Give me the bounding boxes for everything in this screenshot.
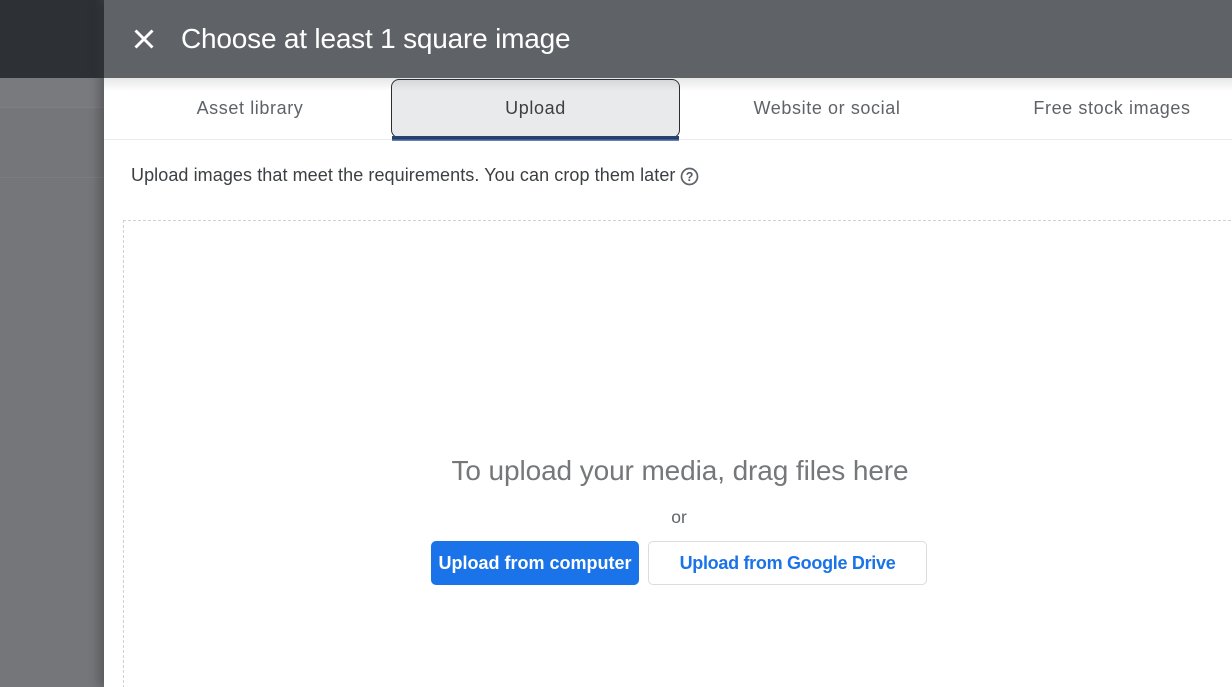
svg-text:?: ? <box>686 170 694 184</box>
